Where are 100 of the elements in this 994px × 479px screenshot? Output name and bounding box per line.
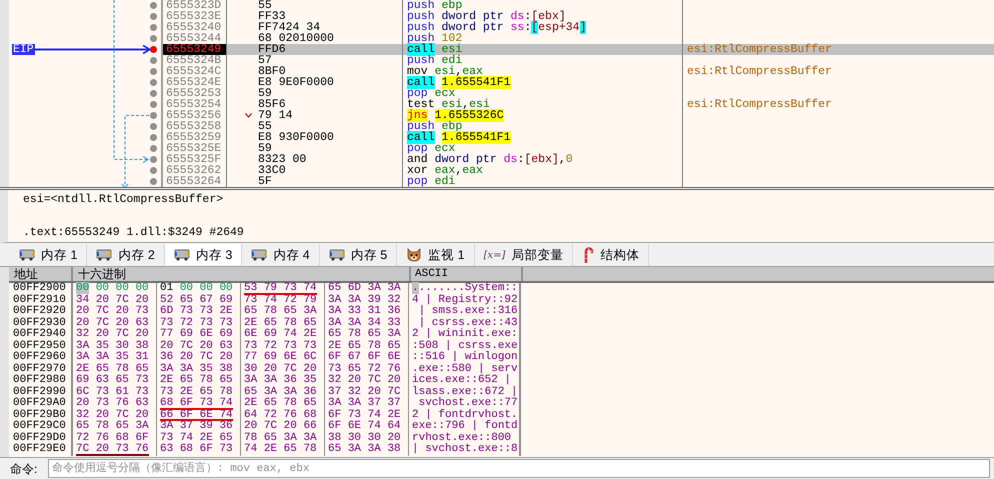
hex-bytes: 2E 65 78 65 xyxy=(76,364,149,374)
truck-icon xyxy=(96,249,112,261)
hex-bytes: 6F 67 6F 6E xyxy=(328,352,401,364)
address-cell: 00FF29B0 xyxy=(9,410,73,421)
eip-label: EIP xyxy=(12,44,35,55)
hex-bytes: 2E 65 78 65 xyxy=(328,340,401,352)
hex-bytes: 20 73 76 63 xyxy=(76,398,149,410)
address-cell: 6555325F xyxy=(163,154,227,165)
hex-bytes: 34 20 7C 20 xyxy=(76,294,149,306)
hex-bytes: 00 00 00 00 xyxy=(76,283,149,294)
bytes-cell: 59 xyxy=(258,88,272,99)
ascii-cell: 2 | fontdrvhost. xyxy=(409,410,521,421)
address-cell: 00FF2920 xyxy=(9,306,73,318)
comment-cell: esi:RtlCompressBuffer xyxy=(687,98,832,111)
hex-bytes: 65 78 65 3A xyxy=(328,329,401,340)
hex-bytes: 20 7C 20 73 xyxy=(76,306,149,318)
dog-face-icon xyxy=(406,248,422,262)
hex-bytes: 32 20 7C 20 xyxy=(328,375,401,386)
hex-bytes: 52 65 67 69 xyxy=(160,294,233,306)
address-cell: 65553256 xyxy=(163,110,227,121)
hex-bytes: 74 2E 65 78 xyxy=(244,444,317,456)
address-cell: 65553240 xyxy=(163,22,227,33)
ascii-cell: .exe::580 | serv xyxy=(409,364,521,375)
address-cell: 00FF2960 xyxy=(9,352,73,364)
address-cell: 6555324B xyxy=(163,55,227,66)
bytes-cell: 68 02010000 xyxy=(258,33,334,44)
hex-bytes: 72 76 68 6F xyxy=(76,432,149,444)
candy-cane-icon xyxy=(582,247,594,263)
bytes-cell: 8323 00 xyxy=(258,154,306,165)
address-cell: 65553249 xyxy=(163,44,227,55)
ascii-cell: | smss.exe::316 xyxy=(409,306,521,318)
address-cell: 00FF2990 xyxy=(9,386,73,398)
address-cell: 65553253 xyxy=(163,88,227,99)
address-cell: 00FF2930 xyxy=(9,318,73,329)
ascii-cell: 2 | wininit.exe: xyxy=(409,329,521,340)
hex-bytes: 65 78 65 3A xyxy=(76,421,149,432)
instruction-cell: push dword ptr ss:[esp+34] xyxy=(403,22,683,33)
comment-cell: esi:RtlCompressBuffer xyxy=(687,65,832,78)
address-cell: 00FF2950 xyxy=(9,340,73,352)
instruction-cell: push edi xyxy=(403,55,683,66)
address-cell: 6555325E xyxy=(163,143,227,154)
instruction-cell: xor eax,eax xyxy=(403,165,683,176)
bytes-cell: E8 9E0F0000 xyxy=(258,77,334,88)
address-cell: 6555324C xyxy=(163,66,227,77)
ascii-cell: svchost.exe::77 xyxy=(409,398,521,410)
address-cell: 6555324E xyxy=(163,77,227,88)
truck-icon xyxy=(251,249,268,261)
address-cell: 00FF2970 xyxy=(9,364,73,375)
ascii-cell: rvhost.exe::800 xyxy=(409,432,521,444)
hex-bytes: 30 20 7C 20 xyxy=(244,364,317,374)
hex-bytes: 20 7C 20 63 xyxy=(160,340,233,352)
hex-bytes: 3A 37 39 36 xyxy=(160,421,233,432)
ascii-cell: lsass.exe::672 | xyxy=(409,386,521,398)
hex-bytes: 73 2E 65 78 xyxy=(160,386,233,398)
instruction-cell: pop ecx xyxy=(403,88,683,99)
address-cell: 00FF29D0 xyxy=(9,432,73,444)
hex-bytes: 65 6D 3A 3A xyxy=(328,283,401,294)
ascii-cell: ........System:: xyxy=(409,283,521,294)
comment-cell: esi:RtlCompressBuffer xyxy=(687,43,832,56)
column-header[interactable]: 地址 xyxy=(9,267,73,281)
hex-bytes: 73 65 72 76 xyxy=(328,364,401,374)
command-input[interactable]: 命令使用逗号分隔（像汇编语言）: mov eax, ebx xyxy=(48,459,990,478)
hex-bytes: 20 7C 20 63 xyxy=(76,318,149,328)
variable-icon: [x=] xyxy=(484,248,506,262)
hex-bytes: 6D 73 73 2E xyxy=(160,306,233,318)
bytes-cell: 33C0 xyxy=(258,165,286,176)
bytes-cell: 59 xyxy=(258,143,272,154)
ascii-cell: 4 | Registry::92 xyxy=(409,294,521,306)
hex-bytes: 73 72 73 73 xyxy=(160,318,233,328)
tab[interactable]: 内存 3 xyxy=(164,244,242,266)
hex-bytes: 73 74 2E 65 xyxy=(160,432,233,444)
truck-icon xyxy=(328,249,345,261)
ascii-cell: ices.exe::652 | xyxy=(409,375,521,386)
hex-bytes: 64 72 76 68 xyxy=(244,410,317,420)
hex-bytes: 01 00 00 00 xyxy=(160,283,233,294)
address-cell: 65553254 xyxy=(163,99,227,110)
hex-bytes: 3A 3A 39 32 xyxy=(328,294,401,306)
hex-bytes: 65 78 65 3A xyxy=(244,306,317,318)
address-cell: 65553264 xyxy=(163,176,227,187)
address-cell: 00FF2940 xyxy=(9,329,73,340)
hex-bytes: 3A 35 30 38 xyxy=(76,340,149,352)
hex-bytes: 3A 3A 37 37 xyxy=(328,398,401,410)
hex-bytes: 73 74 72 79 xyxy=(244,294,317,306)
hex-bytes: 38 30 30 20 xyxy=(328,432,401,444)
hex-bytes: 77 69 6E 69 xyxy=(160,329,233,340)
address-cell: 65553259 xyxy=(163,132,227,143)
hex-bytes: 73 72 73 73 xyxy=(244,340,317,352)
hex-bytes: 32 20 7C 20 xyxy=(76,410,149,420)
hex-bytes: 6F 6E 74 64 xyxy=(328,421,401,432)
hex-bytes: 3A 3A 35 38 xyxy=(160,364,233,374)
info-line: .text:65553249 1.dll:$3249 #2649 xyxy=(23,226,245,239)
instruction-cell: pop ecx xyxy=(403,143,683,154)
bytes-cell: FFD6 xyxy=(258,44,286,55)
hex-bytes: 63 68 6F 73 xyxy=(160,444,233,456)
address-cell: 65553262 xyxy=(163,165,227,176)
instruction-cell: pop edi xyxy=(403,176,683,187)
hex-bytes: 2E 65 78 65 xyxy=(244,318,317,328)
address-cell: 00FF2910 xyxy=(9,294,73,306)
bytes-cell: FF33 xyxy=(258,11,286,22)
address-cell: 65553258 xyxy=(163,121,227,132)
